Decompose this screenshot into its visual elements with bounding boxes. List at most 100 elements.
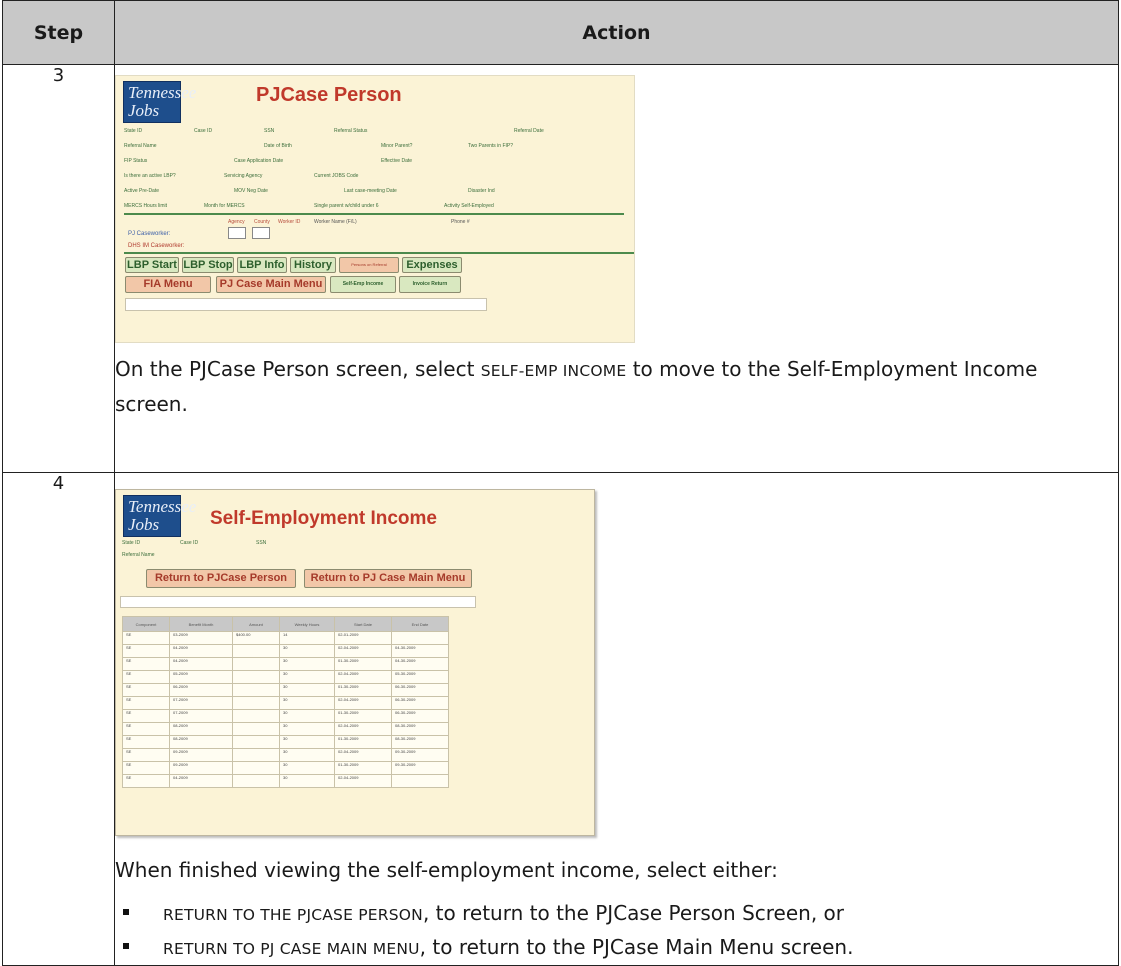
column-header: End Date xyxy=(391,616,449,632)
worker-label: Phone # xyxy=(451,219,470,225)
table-cell: 01-30-2009 xyxy=(334,657,392,671)
return-to-pj-case-main-menu-button[interactable]: Return to PJ Case Main Menu xyxy=(304,569,472,588)
table-cell: 30 xyxy=(279,722,335,736)
field-label: Effective Date xyxy=(381,158,413,164)
table-cell xyxy=(232,696,280,710)
income-table-header: Component Benefit Month Amount Weekly Hours… xyxy=(122,616,449,632)
worker-label: Worker Name (F/L) xyxy=(314,219,357,225)
table-cell xyxy=(391,631,449,645)
table-cell: 06-30-2009 xyxy=(391,683,449,697)
return-to-pjcase-person-button[interactable]: Return to PJCase Person xyxy=(146,569,296,588)
table-cell: 06-30-2009 xyxy=(391,696,449,710)
worker-field[interactable] xyxy=(252,227,270,239)
table-cell: 09-2009 xyxy=(169,761,233,775)
lbp-start-button[interactable]: LBP Start xyxy=(125,257,179,273)
step-row-4: 4 Tennessee Jobs Self-Employment Income … xyxy=(2,472,1119,966)
list-item: RETURN TO THE PJCASE PERSON, to return t… xyxy=(115,897,1118,931)
table-header-row: Step Action xyxy=(2,0,1119,65)
table-cell: 02-04-2009 xyxy=(334,722,392,736)
step-column-header: Step xyxy=(2,0,115,65)
field-label: Single parent w/child under 6 xyxy=(314,203,379,209)
step-number: 3 xyxy=(2,64,115,473)
table-cell xyxy=(232,774,280,788)
table-row: SE 09-2009 30 02-04-2009 09-30-2009 xyxy=(122,748,449,762)
message-box xyxy=(125,298,487,311)
expenses-button[interactable]: Expenses xyxy=(402,257,462,273)
table-cell: 03-2009 xyxy=(169,631,233,645)
field-label: Referral Status xyxy=(334,128,368,134)
action-keyword: SELF-EMP INCOME xyxy=(480,362,627,380)
self-emp-income-button[interactable]: Self-Emp Income xyxy=(330,276,396,293)
table-cell: 08-2009 xyxy=(169,735,233,749)
table-cell: SE xyxy=(122,683,170,697)
table-cell: 04-2009 xyxy=(169,644,233,658)
field-label: MERCS Hours limit xyxy=(124,203,168,209)
table-cell: 02-04-2009 xyxy=(334,670,392,684)
table-row: SE 05-2009 30 02-04-2009 05-30-2009 xyxy=(122,670,449,684)
bullet-icon xyxy=(123,943,129,949)
table-cell: 02-04-2009 xyxy=(334,644,392,658)
field-label: Current JOBS Code xyxy=(314,173,359,179)
pj-caseworker-label: PJ Caseworker: xyxy=(128,231,171,237)
history-button[interactable]: History xyxy=(290,257,336,273)
table-cell xyxy=(232,761,280,775)
field-label: SSN xyxy=(264,128,275,134)
table-cell: 30 xyxy=(279,670,335,684)
pj-case-main-menu-button[interactable]: PJ Case Main Menu xyxy=(216,276,326,293)
table-cell xyxy=(232,748,280,762)
action-keyword: RETURN TO PJ CASE MAIN MENU xyxy=(163,940,420,958)
field-label: State ID xyxy=(122,540,141,546)
table-cell: SE xyxy=(122,709,170,723)
table-cell xyxy=(232,683,280,697)
field-label: Referral Date xyxy=(514,128,544,134)
table-cell: 02-04-2009 xyxy=(334,696,392,710)
table-cell: SE xyxy=(122,761,170,775)
field-label: Last case-meeting Date xyxy=(344,188,397,194)
screen-title: Self-Employment Income xyxy=(210,508,437,529)
invoice-return-button[interactable]: Invoice Return xyxy=(399,276,461,293)
table-cell: SE xyxy=(122,735,170,749)
table-cell: 30 xyxy=(279,657,335,671)
field-label: Is there an active LBP? xyxy=(124,173,176,179)
table-cell: 04-30-2009 xyxy=(391,644,449,658)
worker-label: County xyxy=(254,219,270,225)
action-cell: Tennessee Jobs PJCase Person State ID Ca… xyxy=(114,64,1119,473)
worker-field[interactable] xyxy=(228,227,246,239)
table-cell: 30 xyxy=(279,774,335,788)
field-label: Month for MERCS xyxy=(204,203,245,209)
column-header: Start Date xyxy=(334,616,392,632)
table-cell: 30 xyxy=(279,683,335,697)
field-label: Case ID xyxy=(180,540,199,546)
table-cell xyxy=(232,709,280,723)
lbp-info-button[interactable]: LBP Info xyxy=(237,257,287,273)
table-cell: 04-2009 xyxy=(169,774,233,788)
table-row: SE 07-2009 30 01-30-2009 06-30-2009 xyxy=(122,709,449,723)
table-cell: SE xyxy=(122,670,170,684)
table-cell: 30 xyxy=(279,709,335,723)
fia-menu-button[interactable]: FIA Menu xyxy=(125,276,211,293)
income-table: Component Benefit Month Amount Weekly Hours… xyxy=(122,616,449,788)
field-label: FIP Status xyxy=(124,158,148,164)
table-cell: 06-30-2009 xyxy=(391,709,449,723)
table-cell: SE xyxy=(122,696,170,710)
table-cell: 02-01-2009 xyxy=(334,631,392,645)
table-cell: 07-2009 xyxy=(169,709,233,723)
table-cell: 30 xyxy=(279,696,335,710)
table-cell xyxy=(391,774,449,788)
lbp-stop-button[interactable]: LBP Stop xyxy=(182,257,234,273)
table-row: SE 03-2009 $400.00 14 02-01-2009 xyxy=(122,631,449,645)
table-row: SE 07-2009 30 02-04-2009 06-30-2009 xyxy=(122,696,449,710)
table-cell: SE xyxy=(122,722,170,736)
field-label: Referral Name xyxy=(122,552,155,558)
action-keyword: RETURN TO THE PJCASE PERSON xyxy=(163,906,423,924)
persons-on-referral-button[interactable]: Persons on Referral xyxy=(339,257,399,273)
table-cell: 05-2009 xyxy=(169,670,233,684)
table-cell: 01-30-2009 xyxy=(334,709,392,723)
table-cell: 09-30-2009 xyxy=(391,748,449,762)
list-item: RETURN TO PJ CASE MAIN MENU, to return t… xyxy=(115,931,1118,965)
table-cell xyxy=(232,657,280,671)
field-label: Date of Birth xyxy=(264,143,292,149)
table-cell: $400.00 xyxy=(232,631,280,645)
table-row: SE 04-2009 30 02-04-2009 xyxy=(122,774,449,788)
divider xyxy=(124,213,624,215)
